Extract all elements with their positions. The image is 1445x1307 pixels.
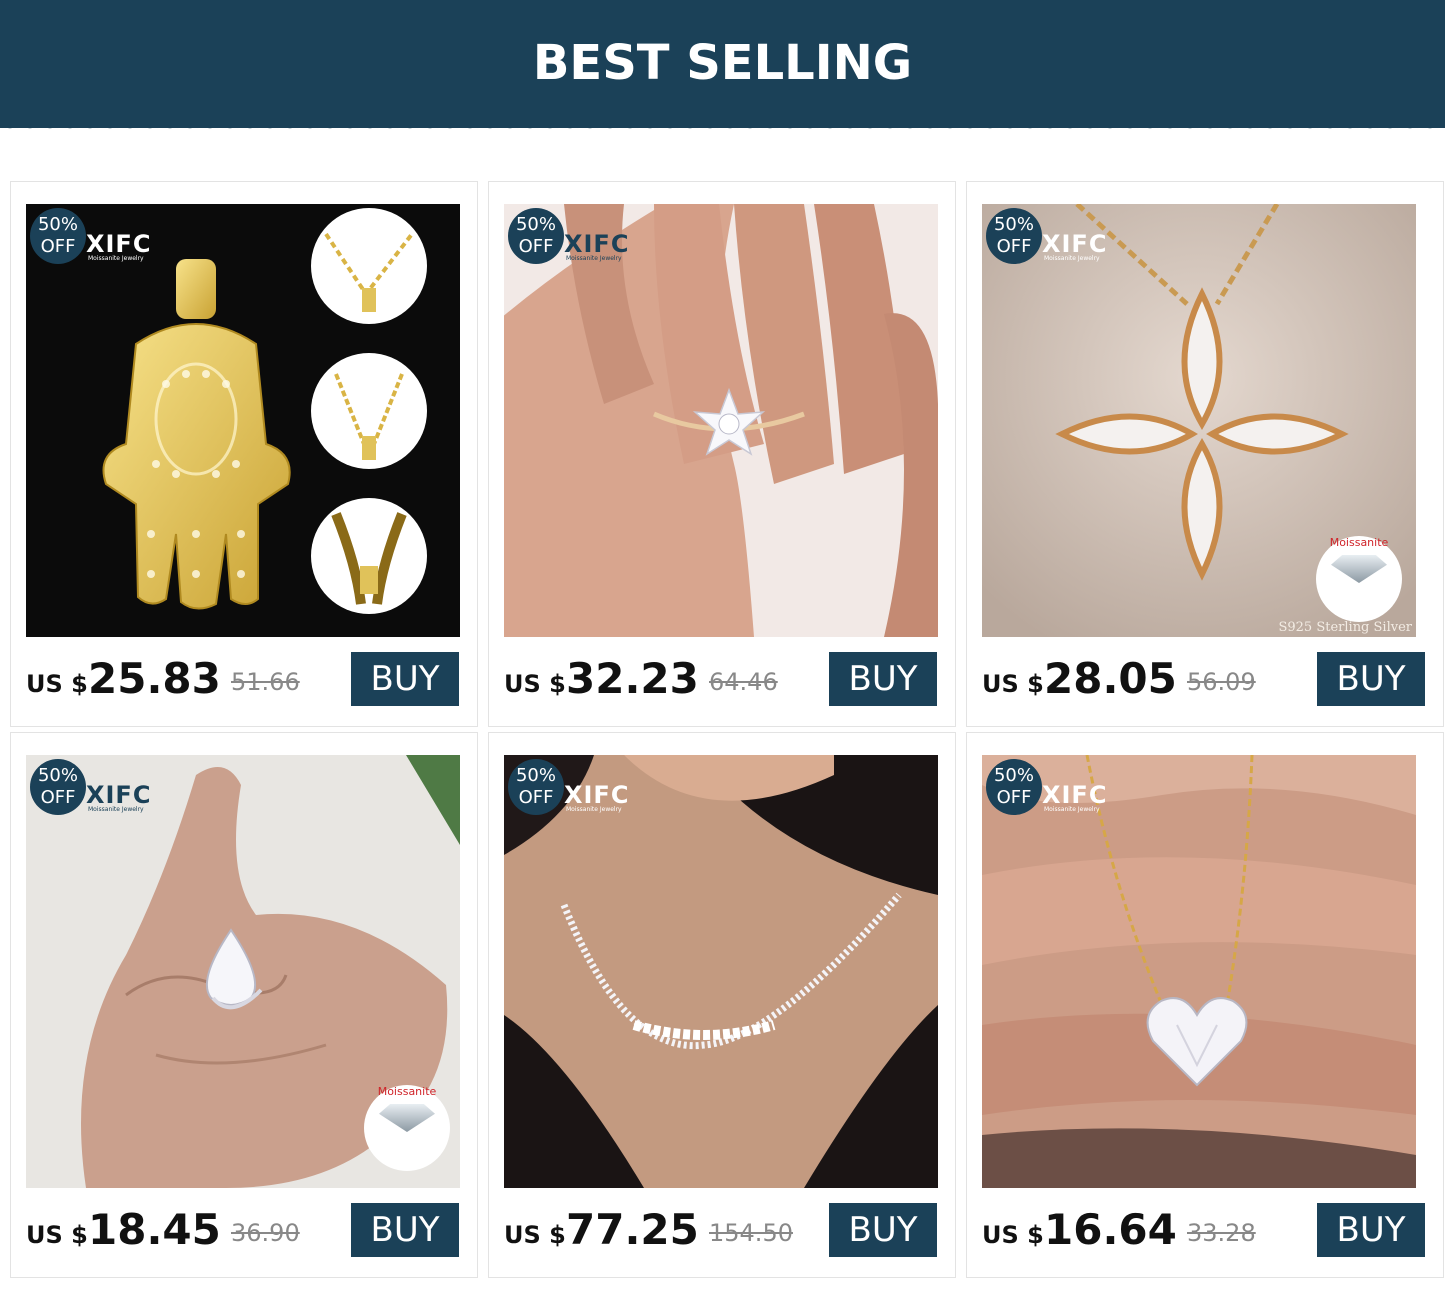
buy-button[interactable]: BUY xyxy=(351,1203,459,1257)
sale-price: 28.05 xyxy=(1044,654,1177,703)
product-card[interactable]: 50% OFF XIFC Moissanite Jewelry US $ 77.25… xyxy=(488,732,956,1278)
brand-logo: XIFC Moissanite Jewelry xyxy=(564,781,630,813)
brand-logo: XIFC Moissanite Jewelry xyxy=(86,230,152,262)
sale-price: 16.64 xyxy=(1044,1205,1177,1254)
product-image[interactable]: 50% OFF XIFC Moissanite Jewelry xyxy=(982,755,1416,1188)
original-price: 154.50 xyxy=(709,1219,793,1247)
banner-scalloped-edge xyxy=(0,120,1445,134)
currency-label: US $ xyxy=(26,1221,88,1249)
sale-price: 18.45 xyxy=(88,1205,221,1254)
buy-button[interactable]: BUY xyxy=(829,652,937,706)
original-price: 64.46 xyxy=(709,668,778,696)
banner-title: BEST SELLING xyxy=(532,35,913,91)
moissanite-seal: Moissanite xyxy=(1316,536,1402,622)
sale-price: 32.23 xyxy=(566,654,699,703)
price-row: US $ 16.64 33.28 BUY xyxy=(982,1203,1425,1259)
product-grid: 50% OFF XIFC Moissanite Jewelry US $ 25.83… xyxy=(10,181,1444,1278)
original-price: 56.09 xyxy=(1187,668,1256,696)
currency-label: US $ xyxy=(26,670,88,698)
discount-badge: 50% OFF xyxy=(986,759,1042,815)
hamsa-pendant-image xyxy=(102,208,427,614)
currency-label: US $ xyxy=(982,1221,1044,1249)
currency-label: US $ xyxy=(982,670,1044,698)
original-price: 36.90 xyxy=(231,1219,300,1247)
product-image[interactable]: 50% OFF XIFC Moissanite Jewelry Moissanite… xyxy=(982,204,1416,637)
price-row: US $ 28.05 56.09 BUY xyxy=(982,652,1425,708)
price-row: US $ 18.45 36.90 BUY xyxy=(26,1203,459,1259)
discount-badge: 50% OFF xyxy=(986,208,1042,264)
currency-label: US $ xyxy=(504,1221,566,1249)
product-card[interactable]: 50% OFF XIFC Moissanite Jewelry US $ 25.83… xyxy=(10,181,478,727)
brand-logo: XIFC Moissanite Jewelry xyxy=(86,781,152,813)
product-card[interactable]: 50% OFF XIFC Moissanite Jewelry Moissanite… xyxy=(10,732,478,1278)
tennis-necklace-image xyxy=(504,755,938,1188)
original-price: 33.28 xyxy=(1187,1219,1256,1247)
sale-price: 25.83 xyxy=(88,654,221,703)
buy-button[interactable]: BUY xyxy=(1317,1203,1425,1257)
discount-badge: 50% OFF xyxy=(508,208,564,264)
price-row: US $ 25.83 51.66 BUY xyxy=(26,652,459,708)
best-selling-banner: BEST SELLING xyxy=(0,0,1445,134)
product-image[interactable]: 50% OFF XIFC Moissanite Jewelry Moissanite xyxy=(26,755,460,1188)
product-image[interactable]: 50% OFF XIFC Moissanite Jewelry xyxy=(504,204,938,637)
original-price: 51.66 xyxy=(231,668,300,696)
brand-logo: XIFC Moissanite Jewelry xyxy=(1042,230,1108,262)
discount-badge: 50% OFF xyxy=(30,208,86,264)
price-row: US $ 77.25 154.50 BUY xyxy=(504,1203,937,1259)
product-card[interactable]: 50% OFF XIFC Moissanite Jewelry Moissanite… xyxy=(966,181,1444,727)
buy-button[interactable]: BUY xyxy=(829,1203,937,1257)
discount-badge: 50% OFF xyxy=(30,759,86,815)
product-card[interactable]: 50% OFF XIFC Moissanite Jewelry US $ 32.23… xyxy=(488,181,956,727)
discount-badge: 50% OFF xyxy=(508,759,564,815)
heart-pendant-image xyxy=(982,755,1416,1188)
price-row: US $ 32.23 64.46 BUY xyxy=(504,652,937,708)
currency-label: US $ xyxy=(504,670,566,698)
moissanite-seal: Moissanite xyxy=(364,1085,450,1171)
product-card[interactable]: 50% OFF XIFC Moissanite Jewelry US $ 16.64… xyxy=(966,732,1444,1278)
sterling-silver-label: S925 Sterling Silver xyxy=(1278,620,1412,635)
product-image[interactable]: 50% OFF XIFC Moissanite Jewelry xyxy=(504,755,938,1188)
buy-button[interactable]: BUY xyxy=(1317,652,1425,706)
snowflake-ring-image xyxy=(504,204,938,637)
brand-logo: XIFC Moissanite Jewelry xyxy=(564,230,630,262)
brand-logo: XIFC Moissanite Jewelry xyxy=(1042,781,1108,813)
sale-price: 77.25 xyxy=(566,1205,699,1254)
buy-button[interactable]: BUY xyxy=(351,652,459,706)
product-image[interactable]: 50% OFF XIFC Moissanite Jewelry xyxy=(26,204,460,637)
